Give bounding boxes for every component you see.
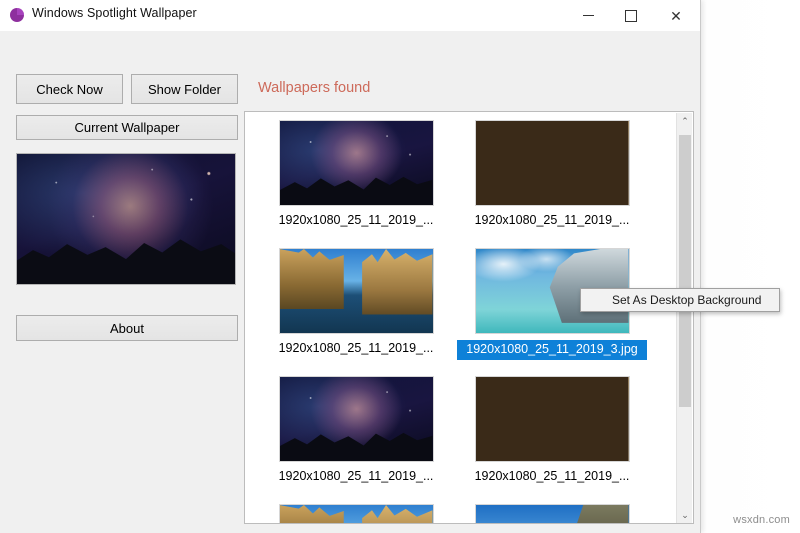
wallpaper-filename-label: 1920x1080_25_11_2019_...	[278, 213, 434, 227]
about-button[interactable]: About	[16, 315, 238, 341]
wallpaper-thumbnail-image	[279, 121, 433, 205]
screenshot-root: Windows Spotlight Wallpaper ✕ Check Now …	[0, 0, 800, 533]
scroll-down-arrow-icon[interactable]: ⌄	[677, 507, 693, 523]
watermark: wsxdn.com	[733, 514, 790, 526]
wallpaper-thumbnail[interactable]	[474, 376, 630, 462]
wallpaper-thumbnail-image	[475, 121, 629, 205]
client-area: Check Now Show Folder Current Wallpaper …	[0, 31, 700, 533]
minimize-button[interactable]	[565, 0, 611, 31]
wallpaper-list-view[interactable]: 1920x1080_25_11_2019_... 1920x1080_25_11_…	[244, 111, 694, 524]
show-folder-button[interactable]: Show Folder	[131, 74, 238, 104]
maximize-icon	[625, 9, 637, 22]
minimize-icon	[582, 15, 594, 16]
wallpaper-tile[interactable]: 1920x1080_25_11_2019_...	[261, 120, 451, 228]
wallpaper-filename-label: 1920x1080_25_11_2019_...	[474, 469, 630, 483]
context-menu-item-set-as-desktop-background[interactable]: Set As Desktop Background	[581, 289, 779, 311]
wallpaper-filename-label: 1920x1080_25_11_2019_...	[278, 469, 434, 483]
current-wallpaper-preview[interactable]	[16, 153, 236, 285]
close-button[interactable]: ✕	[653, 0, 699, 31]
current-wallpaper-button[interactable]: Current Wallpaper	[16, 115, 238, 140]
wallpaper-tile[interactable]: 1920x1080_25_11_2019_...	[261, 248, 451, 356]
wallpaper-tile[interactable]	[261, 504, 451, 523]
wallpaper-tile[interactable]: 1920x1080_25_11_2019_...	[457, 376, 647, 484]
wallpaper-filename-label: 1920x1080_25_11_2019_...	[474, 213, 630, 227]
wallpaper-thumbnail[interactable]	[278, 120, 434, 206]
maximize-button[interactable]	[608, 0, 654, 31]
wallpaper-tile[interactable]	[457, 504, 647, 523]
wallpaper-thumbnail-image	[475, 377, 629, 461]
wallpaper-filename-label: 1920x1080_25_11_2019_...	[278, 341, 434, 355]
status-text: Wallpapers found	[258, 80, 371, 96]
application-window: Windows Spotlight Wallpaper ✕ Check Now …	[0, 0, 701, 533]
window-title: Windows Spotlight Wallpaper	[32, 6, 197, 20]
wallpaper-thumbnail[interactable]	[278, 248, 434, 334]
wallpaper-thumbnail[interactable]	[474, 120, 630, 206]
wallpaper-filename-label: 1920x1080_25_11_2019_3.jpg	[457, 340, 647, 360]
wallpaper-thumbnail[interactable]	[474, 504, 630, 523]
wallpaper-thumbnail-image	[279, 505, 433, 523]
wallpaper-preview-image	[17, 154, 235, 284]
wallpaper-tile-container: 1920x1080_25_11_2019_... 1920x1080_25_11_…	[245, 112, 677, 523]
spotlight-circle-icon	[9, 7, 25, 23]
scroll-up-arrow-icon[interactable]: ⌃	[677, 113, 693, 130]
title-bar: Windows Spotlight Wallpaper ✕	[0, 0, 700, 32]
scrollbar-thumb[interactable]	[679, 135, 691, 407]
wallpaper-thumbnail[interactable]	[278, 504, 434, 523]
wallpaper-thumbnail-image	[279, 377, 433, 461]
wallpaper-tile[interactable]: 1920x1080_25_11_2019_...	[261, 376, 451, 484]
wallpaper-thumbnail-image	[475, 505, 629, 523]
check-now-button[interactable]: Check Now	[16, 74, 123, 104]
wallpaper-thumbnail[interactable]	[278, 376, 434, 462]
context-menu: Set As Desktop Background	[580, 288, 780, 312]
wallpaper-tile[interactable]: 1920x1080_25_11_2019_...	[457, 120, 647, 228]
close-icon: ✕	[670, 7, 682, 24]
wallpaper-thumbnail-image	[279, 249, 433, 333]
vertical-scrollbar[interactable]: ⌃ ⌄	[676, 113, 693, 523]
